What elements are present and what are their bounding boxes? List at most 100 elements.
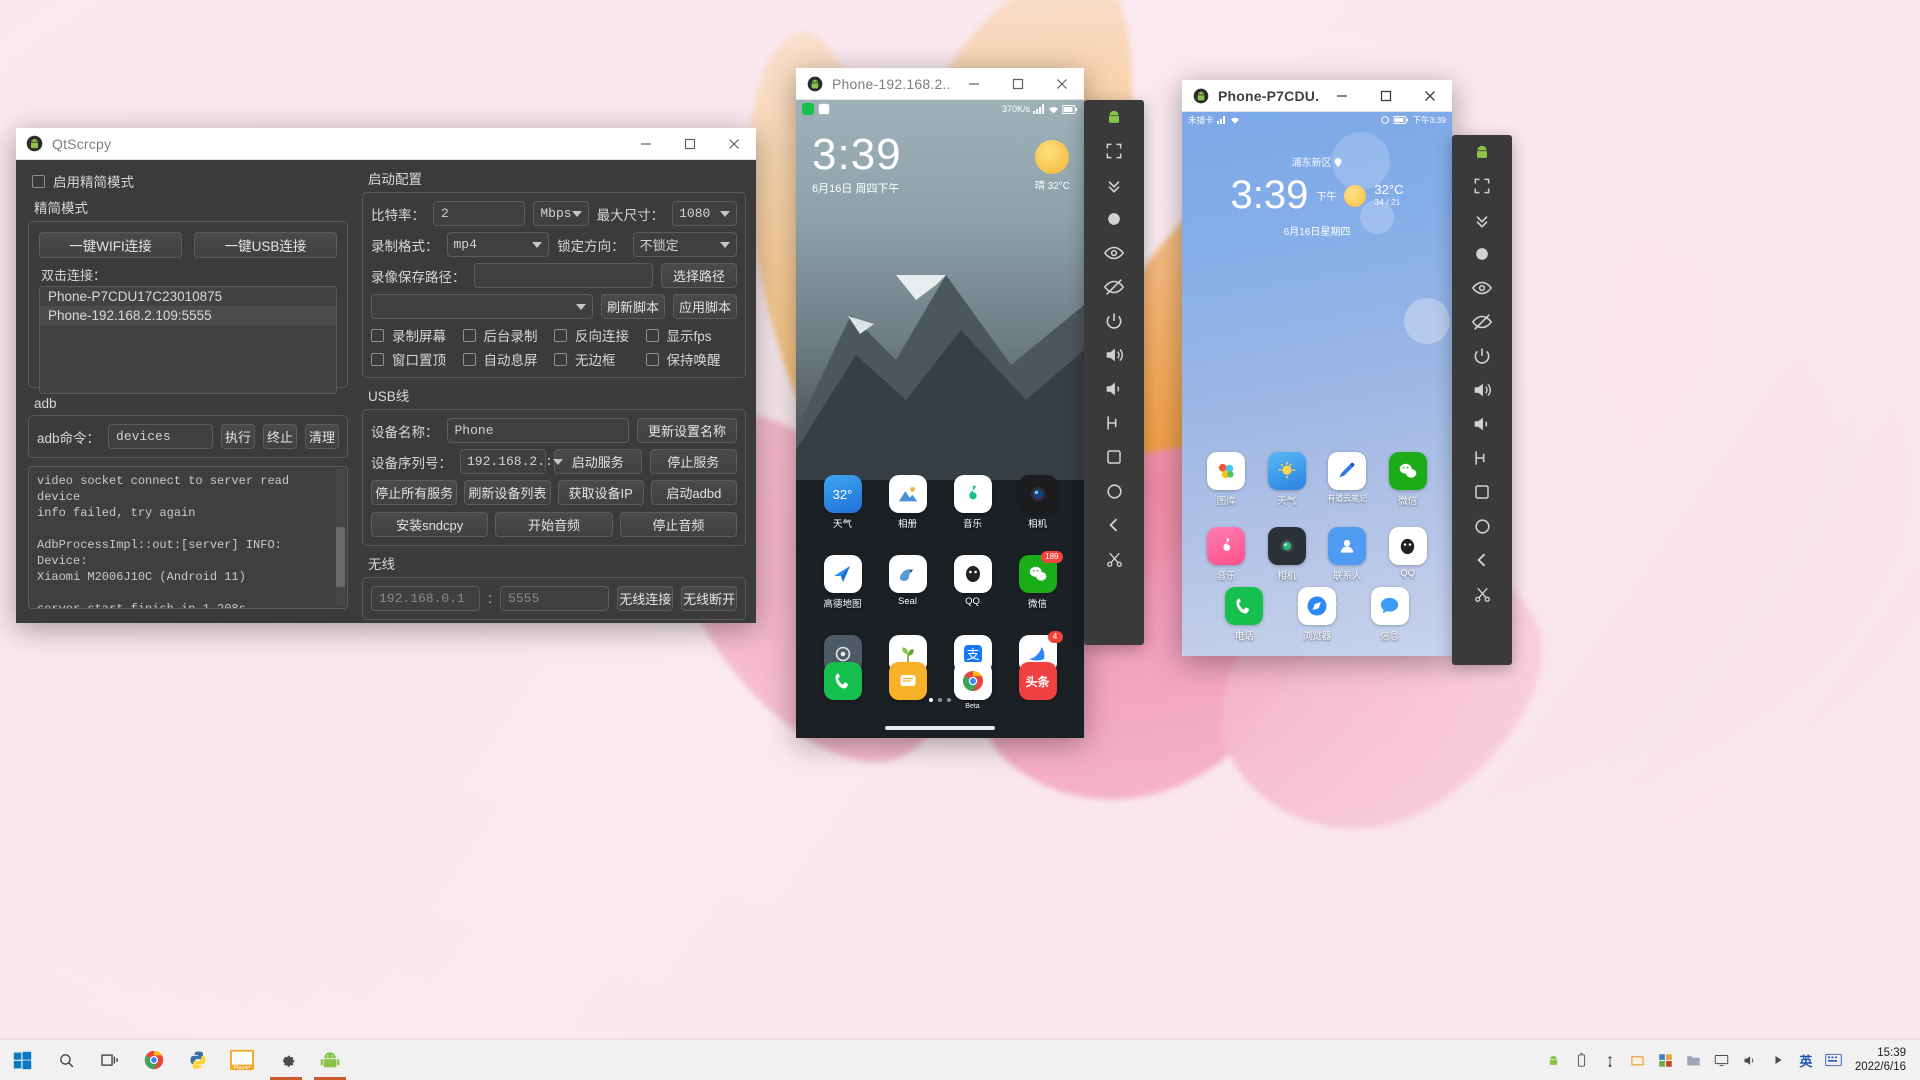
- install-sndcpy-button[interactable]: 安装sndcpy: [371, 512, 489, 537]
- eye-icon[interactable]: [1084, 236, 1144, 270]
- battery-icon[interactable]: [1569, 1040, 1595, 1080]
- lock-direction-select[interactable]: 不锁定: [632, 232, 737, 257]
- enable-simple-mode-checkbox[interactable]: [32, 174, 45, 188]
- phone1-clock-widget[interactable]: 3:39 6月16日 周四下午: [812, 130, 902, 196]
- checkbox-show-fps[interactable]: 显示fps: [645, 325, 738, 345]
- android-tray-icon[interactable]: [1541, 1040, 1567, 1080]
- square-icon[interactable]: [1084, 440, 1144, 474]
- checkbox-box[interactable]: [645, 328, 659, 342]
- choose-path-button[interactable]: 选择路径: [661, 263, 737, 288]
- eye-off-icon[interactable]: [1084, 270, 1144, 304]
- app-icon-music[interactable]: 音乐: [1196, 527, 1257, 582]
- minimize-button[interactable]: [624, 128, 668, 159]
- system-tray[interactable]: 英 15:39 2022/6/16: [1541, 1040, 1920, 1080]
- home-indicator[interactable]: [885, 726, 995, 730]
- maximize-button[interactable]: [996, 68, 1040, 99]
- update-device-name-button[interactable]: 更新设置名称: [637, 418, 737, 443]
- ime-en-icon[interactable]: 英: [1793, 1040, 1819, 1080]
- dock-icon-phone[interactable]: 电话: [1208, 587, 1281, 642]
- device-serial-select[interactable]: 192.168.2.:: [460, 449, 563, 474]
- screenshot-icon[interactable]: [1625, 1040, 1651, 1080]
- stop-service-button[interactable]: 停止服务: [649, 449, 737, 474]
- player-icon[interactable]: Player: [220, 1040, 264, 1080]
- checkbox-box[interactable]: [554, 352, 567, 366]
- windows-taskbar[interactable]: Player 英 15:39 2022/6/16: [0, 1040, 1920, 1080]
- usb-icon[interactable]: [1597, 1040, 1623, 1080]
- app-icon-gallery[interactable]: 相册: [875, 475, 940, 530]
- record-circle-icon[interactable]: [1084, 202, 1144, 236]
- enable-simple-mode-row[interactable]: 启用精简模式: [32, 171, 348, 191]
- eye-icon[interactable]: [1452, 271, 1512, 305]
- app-icon-wechat[interactable]: 微信: [1378, 452, 1439, 507]
- windows-start-icon[interactable]: [0, 1040, 44, 1080]
- adb-command-input[interactable]: devices: [108, 424, 213, 449]
- dock-icon-browser[interactable]: 浏览器: [1281, 587, 1354, 642]
- one-key-usb-connect-button[interactable]: 一键USB连接: [194, 232, 337, 258]
- minimize-button[interactable]: [1320, 80, 1364, 111]
- phone1-toolbar[interactable]: [1084, 100, 1144, 645]
- speaker-icon[interactable]: [1737, 1040, 1763, 1080]
- close-button[interactable]: [1408, 80, 1452, 111]
- one-key-wifi-connect-button[interactable]: 一键WIFI连接: [39, 232, 182, 258]
- monitor-tray-icon[interactable]: [1709, 1040, 1735, 1080]
- app-icon-weather[interactable]: 32° 天气: [810, 475, 875, 530]
- maximize-button[interactable]: [1364, 80, 1408, 111]
- chevron-double-down-icon[interactable]: [1452, 203, 1512, 237]
- task-view-icon[interactable]: [88, 1040, 132, 1080]
- bitrate-input[interactable]: 2: [433, 201, 526, 226]
- folder-tray-icon[interactable]: [1681, 1040, 1707, 1080]
- app-icon-contacts[interactable]: 联系人: [1317, 527, 1378, 582]
- dock-icon-phone[interactable]: [810, 662, 875, 710]
- keyboard-icon[interactable]: [1821, 1040, 1847, 1080]
- search-icon[interactable]: [44, 1040, 88, 1080]
- app-icon-camera[interactable]: 相机: [1005, 475, 1070, 530]
- android-icon[interactable]: [1452, 135, 1512, 169]
- wireless-disconnect-button[interactable]: 无线断开: [681, 586, 738, 611]
- fullscreen-expand-icon[interactable]: [1452, 169, 1512, 203]
- circle-icon[interactable]: [1084, 474, 1144, 508]
- app-icon-camera[interactable]: 相机: [1257, 527, 1318, 582]
- python-icon[interactable]: [176, 1040, 220, 1080]
- checkbox-box[interactable]: [645, 352, 659, 366]
- dock-icon-messages[interactable]: 信息: [1353, 587, 1426, 642]
- phone2-mirror-window[interactable]: Phone-P7CDU... 未插卡 下午3:39 浦东新区 3:39 下午 3…: [1182, 80, 1452, 656]
- volume-down-icon[interactable]: [1084, 372, 1144, 406]
- checkbox-auto-screen-off[interactable]: 自动息屏: [462, 349, 555, 369]
- phone1-mirror-window[interactable]: Phone-192.168.2.... 370K/s 3:39 6月16日 周四…: [796, 68, 1084, 738]
- close-button[interactable]: [1040, 68, 1084, 99]
- maxsize-select[interactable]: 1080: [672, 201, 737, 226]
- circle-icon[interactable]: [1452, 509, 1512, 543]
- checkbox-box[interactable]: [371, 352, 384, 366]
- refresh-script-button[interactable]: 刷新脚本: [601, 294, 665, 319]
- start-audio-button[interactable]: 开始音频: [495, 512, 613, 537]
- record-format-select[interactable]: mp4: [446, 232, 550, 257]
- app-tray-icon[interactable]: [1653, 1040, 1679, 1080]
- app-icon-amap[interactable]: 高德地图: [810, 555, 875, 610]
- phone1-weather-widget[interactable]: 晴 32°C: [1035, 140, 1070, 192]
- checkbox-box[interactable]: [554, 328, 567, 342]
- dock-icon-chrome[interactable]: Beta: [940, 662, 1005, 710]
- checkbox-box[interactable]: [462, 352, 476, 366]
- record-circle-icon[interactable]: [1452, 237, 1512, 271]
- script-select[interactable]: [371, 294, 593, 319]
- start-adbd-button[interactable]: 启动adbd: [650, 480, 737, 505]
- checkbox-always-on-top[interactable]: 窗口置顶: [371, 349, 463, 369]
- volume-down-icon[interactable]: [1452, 407, 1512, 441]
- app-icon-qq[interactable]: QQ: [1378, 527, 1439, 582]
- phone1-titlebar[interactable]: Phone-192.168.2....: [796, 68, 1084, 100]
- app-icon-music[interactable]: 音乐: [940, 475, 1005, 530]
- get-device-ip-button[interactable]: 获取设备IP: [557, 480, 644, 505]
- chevron-double-down-icon[interactable]: [1084, 168, 1144, 202]
- qtscrcpy-window[interactable]: QtScrcpy 启用精简模式 精简模式 一键WIFI连接 一键USB连接 双击…: [16, 128, 756, 623]
- adb-exec-button[interactable]: 执行: [221, 424, 255, 449]
- close-button[interactable]: [712, 128, 756, 159]
- settings-gear-icon[interactable]: [264, 1040, 308, 1080]
- app-icon-gallery[interactable]: 图库: [1196, 452, 1257, 507]
- bitrate-unit-select[interactable]: Mbps: [533, 201, 589, 226]
- group-icon[interactable]: [1084, 406, 1144, 440]
- device-list[interactable]: Phone-P7CDU17C23010875 Phone-192.168.2.1…: [39, 286, 337, 394]
- phone2-toolbar[interactable]: [1452, 135, 1512, 665]
- app-icon-youdao[interactable]: 有道云笔记: [1317, 452, 1378, 507]
- minimize-button[interactable]: [952, 68, 996, 99]
- app-icon-wechat[interactable]: 189 微信: [1005, 551, 1070, 610]
